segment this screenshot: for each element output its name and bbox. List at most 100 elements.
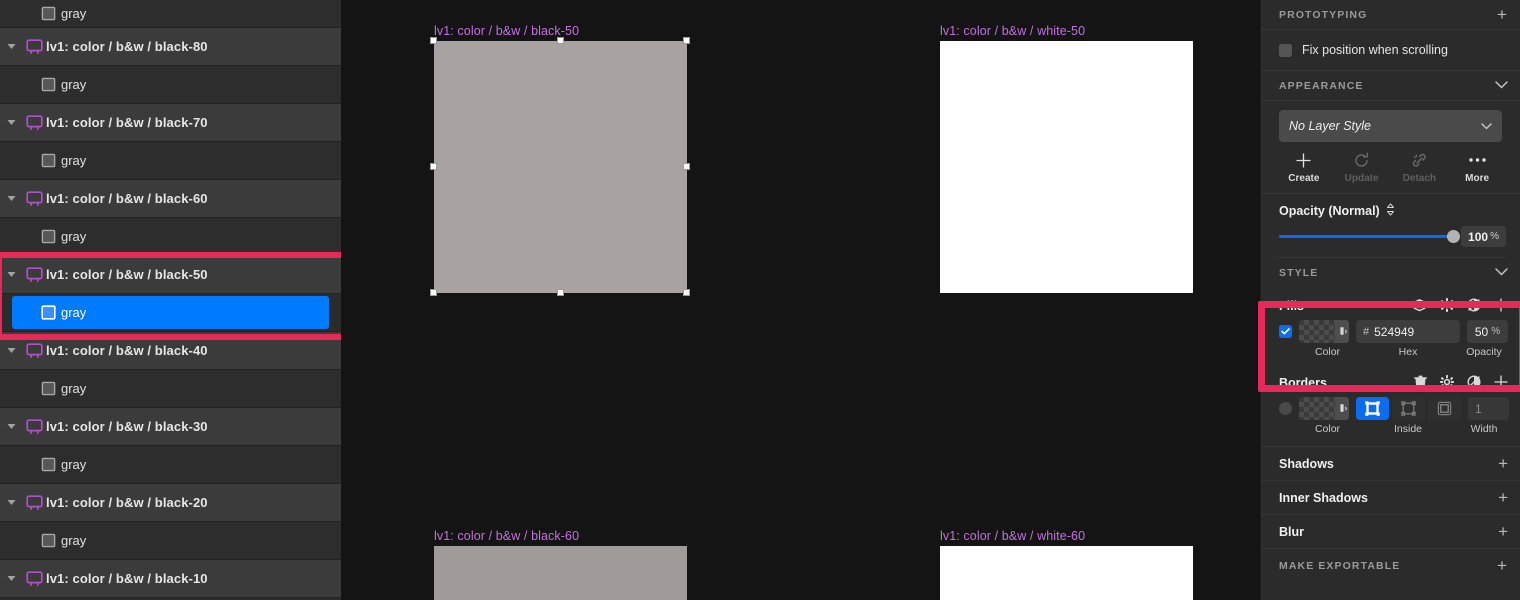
artboard-surface[interactable] <box>434 41 687 293</box>
contrast-icon[interactable] <box>1467 374 1481 392</box>
selection-handle[interactable] <box>430 37 437 44</box>
gear-icon[interactable] <box>1440 374 1454 392</box>
design-canvas[interactable]: lv1: color / b&w / black-50 lv1: color / … <box>341 0 1260 600</box>
border-position-caption: Inside <box>1393 423 1423 435</box>
blend-mode-stepper-icon[interactable] <box>1386 203 1395 219</box>
layer-row-shape[interactable]: gray <box>0 446 341 484</box>
fill-color-swatch[interactable] <box>1299 320 1349 343</box>
selection-handle[interactable] <box>556 37 564 44</box>
artboard-surface[interactable] <box>940 546 1193 600</box>
disclosure-triangle-icon[interactable] <box>0 43 22 50</box>
layer-row-shape[interactable]: gray <box>0 218 341 256</box>
disclosure-triangle-icon[interactable] <box>0 271 22 278</box>
create-style-button[interactable]: Create <box>1275 151 1333 184</box>
border-enabled-checkbox[interactable] <box>1279 402 1292 415</box>
contrast-icon[interactable] <box>1467 297 1481 315</box>
fix-position-row[interactable]: Fix position when scrolling <box>1261 30 1520 71</box>
layer-row-shape[interactable]: gray <box>0 66 341 104</box>
make-exportable-add-icon[interactable]: + <box>1497 556 1508 576</box>
fills-add-icon[interactable] <box>1494 297 1508 315</box>
eyedropper-icon[interactable] <box>1335 397 1349 420</box>
artboard-icon <box>22 418 46 435</box>
layer-row-artboard[interactable]: lv1: color / b&w / black-60 <box>0 180 341 218</box>
disclosure-triangle-icon[interactable] <box>0 499 22 506</box>
border-position-group[interactable] <box>1356 397 1461 420</box>
inspector-section-shadows[interactable]: Shadows + <box>1261 446 1520 480</box>
border-color-caption: Color <box>1314 423 1341 435</box>
opacity-slider-knob[interactable] <box>1447 230 1460 243</box>
border-color-swatch[interactable] <box>1299 397 1349 420</box>
layer-row-shape[interactable]: gray <box>0 370 341 408</box>
section-add-icon[interactable]: + <box>1498 454 1508 474</box>
fill-hex-field[interactable]: # 524949 <box>1356 320 1460 343</box>
border-position-outside-button[interactable] <box>1428 397 1461 420</box>
fills-header-icons <box>1412 297 1508 315</box>
borders-row[interactable]: 1 <box>1261 397 1520 420</box>
section-header-prototyping[interactable]: PROTOTYPING + <box>1261 0 1520 30</box>
layer-row-artboard[interactable]: lv1: color / b&w / black-80 <box>0 28 341 66</box>
inspector-section-blur[interactable]: Blur + <box>1261 514 1520 548</box>
layer-row-shape[interactable]: gray <box>0 294 341 332</box>
artboard-label[interactable]: lv1: color / b&w / black-60 <box>434 529 579 543</box>
update-style-button[interactable]: Update <box>1333 151 1391 184</box>
artboard-label[interactable]: lv1: color / b&w / white-60 <box>940 529 1085 543</box>
disclosure-triangle-icon[interactable] <box>0 423 22 430</box>
artboard-label[interactable]: lv1: color / b&w / white-50 <box>940 24 1085 38</box>
opacity-slider-row[interactable]: 100 % <box>1275 226 1506 247</box>
disclosure-triangle-icon[interactable] <box>0 195 22 202</box>
selection-handle[interactable] <box>430 289 437 296</box>
layer-row-shape[interactable]: gray <box>0 0 341 28</box>
selection-handle[interactable] <box>556 289 564 296</box>
eyedropper-icon[interactable] <box>1335 320 1349 343</box>
layer-list-panel[interactable]: gray lv1: color / b&w / black-80 gray lv1: … <box>0 0 341 600</box>
border-position-center-button[interactable] <box>1392 397 1425 420</box>
border-position-inside-button[interactable] <box>1356 397 1389 420</box>
selection-handle[interactable] <box>430 163 437 170</box>
make-exportable-row[interactable]: MAKE EXPORTABLE + <box>1261 548 1520 582</box>
layer-row-artboard[interactable]: lv1: color / b&w / black-40 <box>0 332 341 370</box>
disclosure-triangle-icon[interactable] <box>0 575 22 582</box>
trash-icon[interactable] <box>1414 375 1427 392</box>
chevron-down-icon[interactable] <box>1495 80 1508 92</box>
inspector-panel[interactable]: PROTOTYPING + Fix position when scrollin… <box>1260 0 1520 600</box>
fill-opacity-field[interactable]: 50 % <box>1467 320 1508 343</box>
inspector-section-inner-shadows[interactable]: Inner Shadows + <box>1261 480 1520 514</box>
section-add-icon[interactable]: + <box>1498 522 1508 542</box>
border-width-field[interactable]: 1 <box>1468 397 1509 420</box>
fix-position-checkbox[interactable] <box>1279 43 1292 57</box>
layer-row-shape[interactable]: gray <box>0 522 341 560</box>
selection-handle[interactable] <box>683 37 690 44</box>
artboard-surface[interactable] <box>434 546 687 600</box>
layer-style-select[interactable]: No Layer Style <box>1279 110 1502 142</box>
opacity-slider[interactable] <box>1279 230 1460 243</box>
detach-style-button[interactable]: Detach <box>1391 151 1449 184</box>
disclosure-triangle-icon[interactable] <box>0 119 22 126</box>
chevron-down-icon[interactable] <box>1495 267 1508 279</box>
selected-layer-pill[interactable]: gray <box>12 296 329 329</box>
artboard-label[interactable]: lv1: color / b&w / black-50 <box>434 24 579 38</box>
layer-row-artboard[interactable]: lv1: color / b&w / black-50 <box>0 256 341 294</box>
artboard-surface[interactable] <box>940 41 1193 293</box>
layer-label: gray <box>61 533 87 548</box>
refresh-icon <box>1353 151 1370 169</box>
layer-row-artboard[interactable]: lv1: color / b&w / black-20 <box>0 484 341 522</box>
layer-row-artboard[interactable]: lv1: color / b&w / black-10 <box>0 560 341 598</box>
layer-row-artboard[interactable]: lv1: color / b&w / black-70 <box>0 104 341 142</box>
section-header-style[interactable]: STYLE <box>1261 258 1520 288</box>
gear-icon[interactable] <box>1440 297 1454 315</box>
layer-row-artboard[interactable]: lv1: color / b&w / black-30 <box>0 408 341 446</box>
prototyping-add-icon[interactable]: + <box>1497 6 1508 23</box>
section-add-icon[interactable]: + <box>1498 488 1508 508</box>
layer-row-shape[interactable]: gray <box>0 142 341 180</box>
fill-opacity-unit: % <box>1491 326 1501 337</box>
more-style-button[interactable]: More <box>1448 151 1506 184</box>
borders-add-icon[interactable] <box>1494 374 1508 392</box>
selection-handle[interactable] <box>683 289 690 296</box>
fills-row[interactable]: # 524949 50 % <box>1261 320 1520 343</box>
layers-icon[interactable] <box>1412 298 1427 315</box>
section-header-appearance[interactable]: APPEARANCE <box>1261 71 1520 101</box>
disclosure-triangle-icon[interactable] <box>0 347 22 354</box>
selection-handle[interactable] <box>683 163 690 170</box>
opacity-value-field[interactable]: 100 % <box>1461 226 1506 247</box>
fill-enabled-checkbox[interactable] <box>1279 325 1292 338</box>
